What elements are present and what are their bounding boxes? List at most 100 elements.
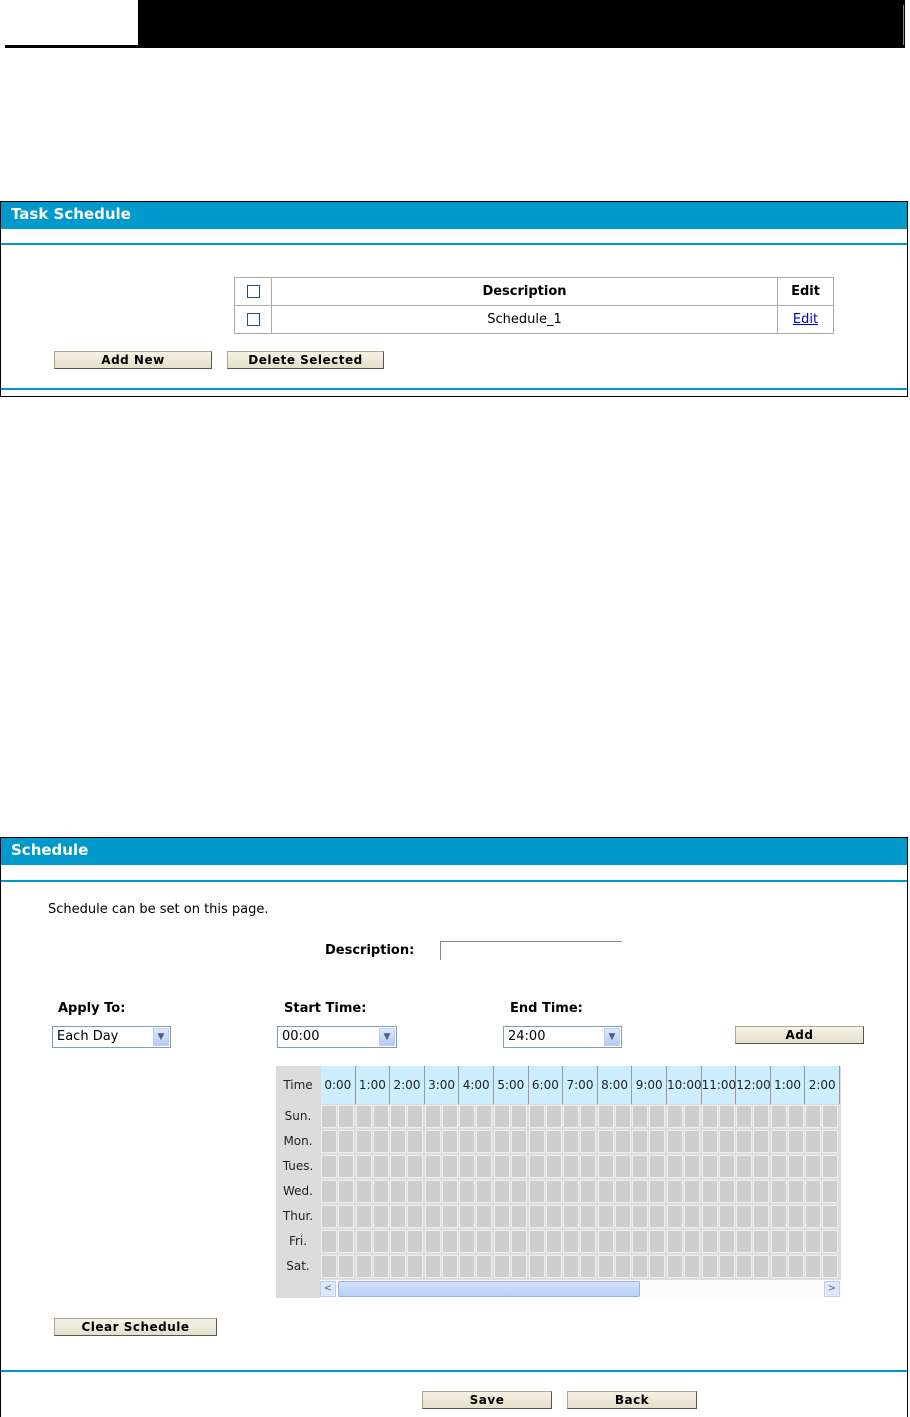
time-slot-cell[interactable] bbox=[321, 1230, 337, 1253]
time-slot-cell[interactable] bbox=[476, 1230, 493, 1253]
time-slot-cell[interactable] bbox=[390, 1205, 407, 1228]
time-slot-cell[interactable] bbox=[459, 1205, 476, 1228]
time-slot-cell[interactable] bbox=[321, 1205, 337, 1228]
time-slot-cell[interactable] bbox=[459, 1180, 476, 1203]
time-slot-cell[interactable] bbox=[770, 1230, 787, 1253]
time-slot-cell[interactable] bbox=[494, 1155, 510, 1178]
time-slot-cell[interactable] bbox=[667, 1230, 683, 1253]
time-slot-cell[interactable] bbox=[787, 1180, 804, 1203]
time-slot-cell[interactable] bbox=[614, 1255, 631, 1278]
time-slot-cell[interactable] bbox=[494, 1205, 510, 1228]
time-slot-cell[interactable] bbox=[649, 1255, 666, 1278]
time-slot-cell[interactable] bbox=[407, 1205, 424, 1228]
time-slot-cell[interactable] bbox=[476, 1130, 493, 1153]
time-slot-cell[interactable] bbox=[770, 1155, 787, 1178]
time-slot-cell[interactable] bbox=[424, 1230, 441, 1253]
time-slot-cell[interactable] bbox=[355, 1255, 372, 1278]
time-slot-cell[interactable] bbox=[372, 1230, 389, 1253]
time-slot-cell[interactable] bbox=[667, 1180, 683, 1203]
time-slot-cell[interactable] bbox=[338, 1255, 354, 1278]
time-slot-cell[interactable] bbox=[441, 1105, 458, 1128]
time-slot-cell[interactable] bbox=[753, 1255, 770, 1278]
time-slot-cell[interactable] bbox=[805, 1205, 822, 1228]
time-slot-cell[interactable] bbox=[667, 1255, 683, 1278]
time-slot-cell[interactable] bbox=[424, 1155, 441, 1178]
time-slot-cell[interactable] bbox=[822, 1130, 839, 1153]
time-slot-cell[interactable] bbox=[441, 1180, 458, 1203]
time-slot-cell[interactable] bbox=[528, 1130, 545, 1153]
start-time-select[interactable]: 00:00 ▼ bbox=[277, 1026, 397, 1048]
time-slot-cell[interactable] bbox=[563, 1105, 580, 1128]
time-slot-cell[interactable] bbox=[563, 1130, 580, 1153]
time-slot-cell[interactable] bbox=[390, 1180, 407, 1203]
time-slot-cell[interactable] bbox=[338, 1230, 354, 1253]
time-slot-cell[interactable] bbox=[511, 1105, 527, 1128]
time-slot-cell[interactable] bbox=[390, 1130, 407, 1153]
time-slot-cell[interactable] bbox=[787, 1205, 804, 1228]
time-slot-cell[interactable] bbox=[321, 1255, 337, 1278]
add-new-button[interactable]: Add New bbox=[54, 351, 212, 369]
time-slot-cell[interactable] bbox=[736, 1255, 753, 1278]
time-slot-cell[interactable] bbox=[614, 1155, 631, 1178]
time-slot-cell[interactable] bbox=[649, 1105, 666, 1128]
edit-link[interactable]: Edit bbox=[793, 312, 818, 327]
time-slot-cell[interactable] bbox=[338, 1205, 354, 1228]
time-slot-cell[interactable] bbox=[632, 1105, 649, 1128]
time-slot-cell[interactable] bbox=[441, 1155, 458, 1178]
time-slot-cell[interactable] bbox=[563, 1230, 580, 1253]
time-slot-cell[interactable] bbox=[476, 1155, 493, 1178]
save-button[interactable]: Save bbox=[422, 1391, 552, 1409]
time-slot-cell[interactable] bbox=[684, 1230, 700, 1253]
time-slot-cell[interactable] bbox=[632, 1230, 649, 1253]
time-slot-cell[interactable] bbox=[563, 1255, 580, 1278]
time-slot-cell[interactable] bbox=[372, 1130, 389, 1153]
time-slot-cell[interactable] bbox=[684, 1180, 700, 1203]
time-slot-cell[interactable] bbox=[511, 1130, 527, 1153]
time-slot-cell[interactable] bbox=[701, 1105, 718, 1128]
time-slot-cell[interactable] bbox=[736, 1130, 753, 1153]
time-slot-cell[interactable] bbox=[494, 1130, 510, 1153]
time-slot-cell[interactable] bbox=[701, 1180, 718, 1203]
time-slot-cell[interactable] bbox=[511, 1205, 527, 1228]
time-slot-cell[interactable] bbox=[770, 1205, 787, 1228]
time-slot-cell[interactable] bbox=[476, 1180, 493, 1203]
time-slot-cell[interactable] bbox=[441, 1255, 458, 1278]
time-slot-cell[interactable] bbox=[580, 1105, 597, 1128]
time-slot-cell[interactable] bbox=[407, 1130, 424, 1153]
time-slot-cell[interactable] bbox=[528, 1180, 545, 1203]
time-slot-cell[interactable] bbox=[753, 1155, 770, 1178]
time-slot-cell[interactable] bbox=[718, 1205, 735, 1228]
time-slot-cell[interactable] bbox=[424, 1255, 441, 1278]
time-slot-cell[interactable] bbox=[580, 1255, 597, 1278]
time-slot-cell[interactable] bbox=[545, 1180, 562, 1203]
time-slot-cell[interactable] bbox=[580, 1155, 597, 1178]
time-slot-cell[interactable] bbox=[424, 1180, 441, 1203]
delete-selected-button[interactable]: Delete Selected bbox=[227, 351, 384, 369]
time-slot-cell[interactable] bbox=[580, 1180, 597, 1203]
time-slot-cell[interactable] bbox=[407, 1255, 424, 1278]
time-slot-cell[interactable] bbox=[390, 1230, 407, 1253]
time-slot-cell[interactable] bbox=[511, 1180, 527, 1203]
time-slot-cell[interactable] bbox=[597, 1180, 614, 1203]
time-slot-cell[interactable] bbox=[753, 1230, 770, 1253]
time-slot-cell[interactable] bbox=[494, 1230, 510, 1253]
time-slot-cell[interactable] bbox=[822, 1230, 839, 1253]
time-slot-cell[interactable] bbox=[390, 1105, 407, 1128]
time-slot-cell[interactable] bbox=[667, 1205, 683, 1228]
time-slot-cell[interactable] bbox=[511, 1155, 527, 1178]
time-slot-cell[interactable] bbox=[494, 1255, 510, 1278]
time-slot-cell[interactable] bbox=[736, 1180, 753, 1203]
time-slot-cell[interactable] bbox=[459, 1255, 476, 1278]
time-slot-cell[interactable] bbox=[545, 1255, 562, 1278]
time-slot-cell[interactable] bbox=[545, 1155, 562, 1178]
time-slot-cell[interactable] bbox=[597, 1230, 614, 1253]
time-slot-cell[interactable] bbox=[459, 1230, 476, 1253]
time-slot-cell[interactable] bbox=[701, 1130, 718, 1153]
time-slot-cell[interactable] bbox=[822, 1105, 839, 1128]
time-slot-cell[interactable] bbox=[684, 1205, 700, 1228]
time-slot-cell[interactable] bbox=[614, 1180, 631, 1203]
time-slot-cell[interactable] bbox=[787, 1255, 804, 1278]
select-all-checkbox[interactable] bbox=[246, 285, 260, 298]
time-slot-cell[interactable] bbox=[494, 1105, 510, 1128]
time-slot-cell[interactable] bbox=[770, 1180, 787, 1203]
